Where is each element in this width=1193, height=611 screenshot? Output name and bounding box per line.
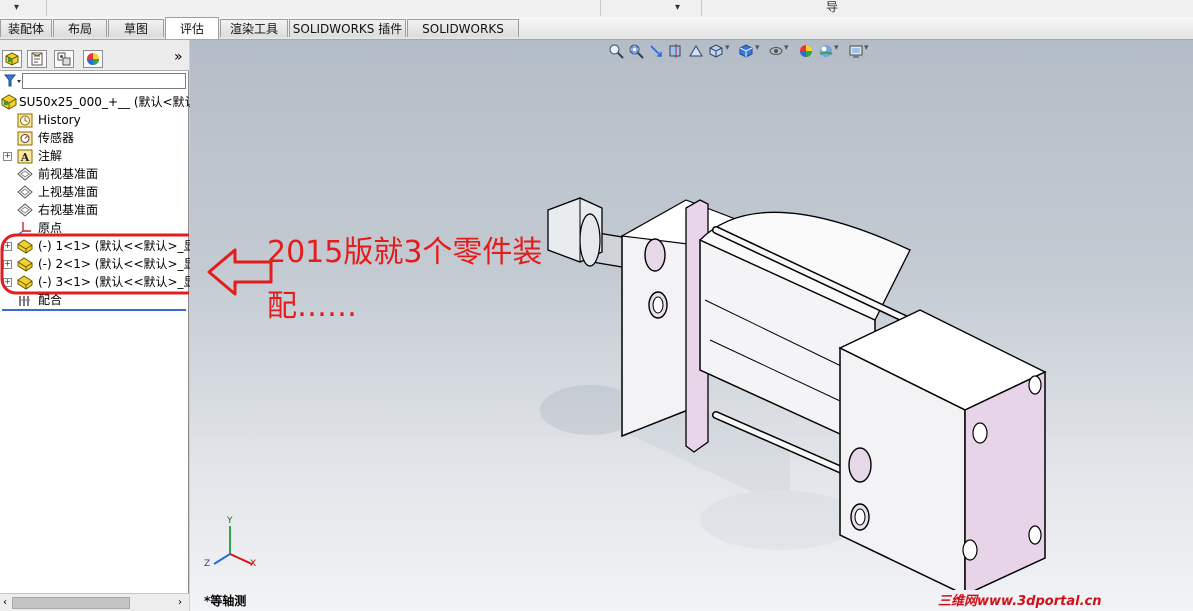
expand-icon[interactable]: + <box>3 152 12 161</box>
zoom-to-fit-icon[interactable] <box>608 43 624 59</box>
property-manager-tab[interactable] <box>27 50 47 68</box>
tree-item-label: SU50x25_000_+__ (默认<默认 <box>19 95 197 109</box>
strip-cell[interactable]: ▾ <box>601 0 702 16</box>
display-manager-tab[interactable] <box>83 50 103 68</box>
dropdown-icon: ▾ <box>14 2 20 13</box>
dynamic-annotation-icon[interactable] <box>688 43 704 59</box>
hide-show-items-icon[interactable] <box>768 43 784 59</box>
plane-icon <box>17 203 33 217</box>
feature-tree-tab[interactable] <box>2 50 22 68</box>
tree-item-label: 传感器 <box>38 131 75 145</box>
collapse-panel-icon[interactable]: » <box>174 49 183 65</box>
tree-item-annotations[interactable]: + A 注解 <box>0 147 189 165</box>
annotation-icon: A <box>17 149 33 164</box>
filter-icon[interactable] <box>4 74 22 88</box>
dropdown-icon[interactable]: ▾ <box>725 43 730 53</box>
strip-cell <box>46 0 601 16</box>
strip-cell: 导 <box>702 0 1192 16</box>
configuration-icon <box>57 52 71 66</box>
strip-label: 导 <box>826 0 839 14</box>
zoom-to-area-icon[interactable] <box>628 43 644 59</box>
view-name-label: *等轴测 <box>204 594 247 608</box>
tree-item-root-assembly[interactable]: SU50x25_000_+__ (默认<默认 <box>0 93 197 111</box>
tree-item-front-plane[interactable]: 前视基准面 <box>0 165 189 183</box>
tree-item-label: 右视基准面 <box>38 203 99 217</box>
tree-item-right-plane[interactable]: 右视基准面 <box>0 201 189 219</box>
annotation-text: 2015版就3个零件装 配…… <box>267 226 597 334</box>
tree-item-sensors[interactable]: 传感器 <box>0 129 189 147</box>
edit-appearance-icon[interactable] <box>798 43 814 59</box>
tree-item-label: History <box>38 113 81 127</box>
tab-layout[interactable]: 布局 <box>53 19 107 37</box>
red-arrow <box>207 248 273 296</box>
tree-item-top-plane[interactable]: 上视基准面 <box>0 183 189 201</box>
dropdown-icon[interactable]: ▾ <box>864 43 869 53</box>
property-icon <box>31 52 43 66</box>
scroll-thumb[interactable] <box>12 597 130 609</box>
sensor-icon <box>17 131 33 146</box>
triad-x-label: X <box>250 559 257 569</box>
dropdown-icon[interactable]: ▾ <box>784 43 789 53</box>
triad-z-label: Z <box>204 559 211 569</box>
tree-item-label: 注解 <box>38 149 63 163</box>
annotation-line-1: 2015版就3个零件装 <box>267 235 543 270</box>
feature-manager-panel: » SU50x25_000_+__ (默认<默认 History 传感器 + A… <box>0 40 197 611</box>
filter-row <box>0 71 189 91</box>
display-style-icon[interactable] <box>738 43 754 59</box>
plane-icon <box>17 167 33 181</box>
assembly-icon <box>1 94 17 110</box>
svg-text:A: A <box>20 151 30 164</box>
tab-evaluate[interactable]: 评估 <box>165 17 219 39</box>
dropdown-icon[interactable]: ▾ <box>755 43 760 53</box>
watermark: 三维网www.3dportal.cn <box>938 594 1102 609</box>
panel-tabs: » <box>0 40 189 71</box>
dropdown-icon: ▾ <box>675 2 681 13</box>
strip-cell[interactable]: ▾ <box>0 0 47 16</box>
rollback-bar[interactable] <box>2 309 186 311</box>
top-strip: ▾ ▾ 导 <box>0 0 1193 18</box>
tree-item-label: 上视基准面 <box>38 185 99 199</box>
view-settings-icon[interactable] <box>848 43 864 59</box>
cylinder-model <box>540 197 1047 590</box>
plane-icon <box>17 185 33 199</box>
appearance-icon <box>87 53 99 65</box>
tree-item-history[interactable]: History <box>0 111 189 129</box>
assembly-icon <box>5 52 19 66</box>
highlight-ellipse <box>0 233 189 295</box>
command-tab-bar: 装配体 布局 草图 评估 渲染工具 SOLIDWORKS 插件 SOLIDWOR… <box>0 17 1193 54</box>
view-orientation-icon[interactable] <box>708 43 724 59</box>
horizontal-scrollbar[interactable]: ‹ › <box>0 593 189 611</box>
scroll-left-icon[interactable]: ‹ <box>3 597 7 608</box>
apply-scene-icon[interactable] <box>818 43 834 59</box>
configuration-manager-tab[interactable] <box>54 50 74 68</box>
tab-solidworks-addins[interactable]: SOLIDWORKS 插件 <box>289 19 406 37</box>
history-icon <box>17 113 33 128</box>
scroll-right-icon[interactable]: › <box>178 597 182 608</box>
section-view-icon[interactable] <box>668 43 684 59</box>
tab-render-tools[interactable]: 渲染工具 <box>220 19 288 37</box>
tab-solidworks-mbd[interactable]: SOLIDWORKS MBD <box>407 19 519 54</box>
coordinate-triad <box>213 526 253 565</box>
filter-input[interactable] <box>22 73 186 89</box>
annotation-line-2: 配…… <box>267 289 357 324</box>
triad-y-label: Y <box>227 516 233 526</box>
tab-sketch[interactable]: 草图 <box>108 19 164 37</box>
previous-view-icon[interactable] <box>648 43 664 59</box>
tab-assembly[interactable]: 装配体 <box>0 19 52 37</box>
dropdown-icon[interactable]: ▾ <box>834 43 839 53</box>
tree-item-label: 前视基准面 <box>38 167 99 181</box>
